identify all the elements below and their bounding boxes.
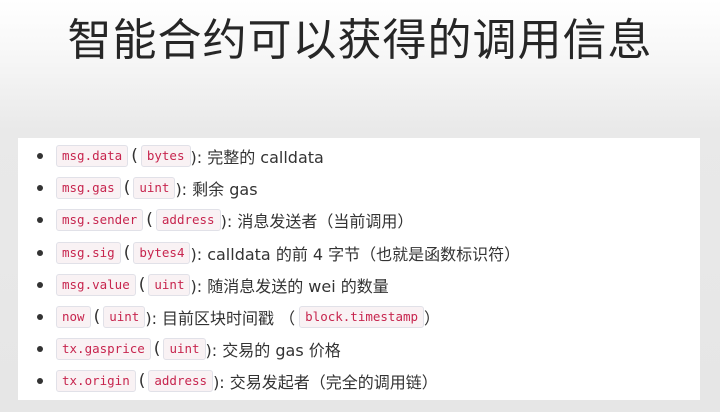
variable-name: msg.sender [56, 209, 144, 232]
content-panel: msg.data ( bytes ): 完整的 calldata msg.gas… [18, 138, 700, 400]
open-paren: ( [146, 210, 153, 231]
variable-name: tx.gasprice [56, 338, 151, 361]
variable-type: bytes4 [133, 241, 191, 264]
list-item-tx-origin: tx.origin ( address ): 交易发起者（完全的调用链） [18, 365, 520, 397]
variable-description: ): 交易的 gas 价格 [205, 341, 341, 361]
variable-type: address [148, 370, 214, 393]
alias-code: block.timestamp [299, 306, 425, 329]
bullet-icon [37, 346, 43, 353]
variable-type: uint [133, 177, 176, 200]
list-item-msg-gas: msg.gas ( uint ): 剩余 gas [18, 172, 520, 204]
slide-title: 智能合约可以获得的调用信息 [67, 15, 653, 66]
variable-type: uint [103, 306, 146, 329]
bullet-icon [37, 249, 43, 256]
variable-description: ): 随消息发送的 wei 的数量 [190, 276, 389, 296]
variable-type: uint [148, 273, 191, 296]
variable-description: ): 完整的 calldata [190, 148, 324, 168]
open-paren: ( [123, 178, 131, 199]
list-item-msg-sig: msg.sig ( bytes4 ): calldata 的前 4 字节（也就是… [18, 237, 520, 269]
variable-type: address [155, 209, 221, 232]
bullet-list: msg.data ( bytes ): 完整的 calldata msg.gas… [18, 140, 520, 398]
list-item-tx-gasprice: tx.gasprice ( uint ): 交易的 gas 价格 [18, 333, 520, 365]
open-paren: ( [131, 146, 138, 167]
variable-description: ): 消息发送者（当前调用） [220, 212, 414, 232]
open-paren: ( [123, 242, 131, 263]
variable-description: ): 目前区块时间戳 （ [145, 309, 296, 329]
bullet-icon [37, 313, 43, 320]
variable-description: ): calldata 的前 4 字节（也就是函数标识符） [190, 244, 521, 264]
bullet-icon [37, 185, 43, 192]
bullet-icon [37, 378, 43, 385]
variable-name: tx.origin [56, 370, 136, 393]
variable-name: msg.value [56, 273, 136, 296]
variable-description: ): 剩余 gas [175, 180, 258, 200]
variable-name: msg.sig [56, 241, 121, 264]
open-paren: ( [153, 339, 161, 360]
variable-description: ): 交易发起者（完全的调用链） [213, 373, 438, 393]
list-item-msg-data: msg.data ( bytes ): 完整的 calldata [18, 140, 520, 172]
list-item-msg-value: msg.value ( uint ): 随消息发送的 wei 的数量 [18, 269, 520, 301]
variable-name: now [56, 306, 91, 329]
open-paren: ( [138, 274, 146, 295]
bullet-icon [37, 281, 43, 288]
variable-type: uint [163, 338, 206, 361]
open-paren: ( [138, 371, 146, 392]
close-paren: ） [424, 309, 441, 329]
list-item-msg-sender: msg.sender ( address ): 消息发送者（当前调用） [18, 204, 520, 236]
list-item-now: now ( uint ): 目前区块时间戳 （ block.timestamp … [18, 301, 520, 333]
variable-type: bytes [140, 145, 191, 168]
bullet-icon [37, 217, 43, 224]
variable-name: msg.gas [56, 177, 121, 200]
variable-name: msg.data [56, 145, 129, 168]
bullet-icon [37, 153, 43, 159]
open-paren: ( [93, 307, 101, 328]
